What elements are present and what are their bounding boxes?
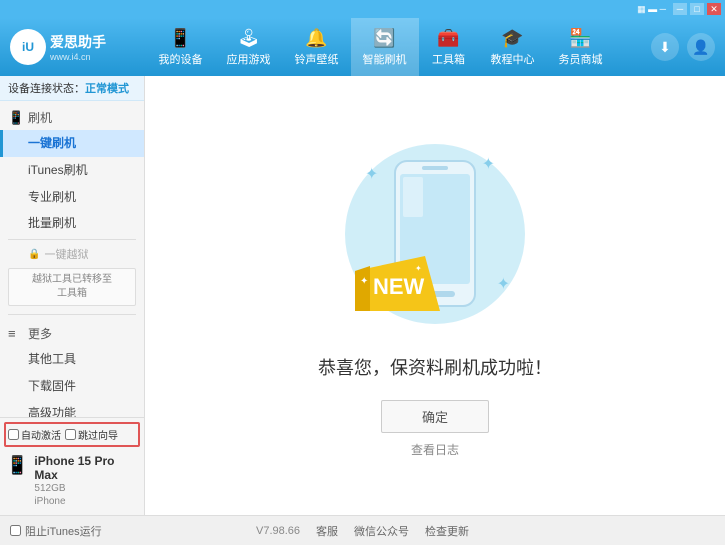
auto-options-box: 自动激活 跳过向导 (4, 422, 140, 447)
sidebar-divider-2 (8, 314, 136, 315)
sidebar-top: 设备连接状态：正常模式 📱 刷机 一键刷机 iTunes刷机 专业刷机 批量刷机 (0, 76, 144, 417)
footer-link-wechat[interactable]: 微信公众号 (354, 523, 409, 539)
sparkle-3: ✦ (497, 274, 510, 294)
logo: iU 爱思助手 www.i4.cn (10, 29, 110, 65)
tools-icon: 🧰 (437, 28, 459, 49)
device-phone-icon: 📱 (6, 455, 28, 476)
disabled-box: 越狱工具已转移至 工具箱 (8, 268, 136, 306)
tutorials-icon: 🎓 (501, 28, 523, 49)
main-layout: 设备连接状态：正常模式 📱 刷机 一键刷机 iTunes刷机 专业刷机 批量刷机 (0, 76, 725, 515)
device-item: 📱 iPhone 15 Pro Max 512GB iPhone (4, 451, 140, 511)
sparkle-2: ✦ (482, 154, 495, 174)
minimize-btn[interactable]: ─ (673, 3, 687, 15)
tab-apps-games[interactable]: 🕹 应用游戏 (215, 18, 283, 76)
close-btn[interactable]: ✕ (707, 3, 721, 15)
svg-text:✦: ✦ (360, 276, 368, 287)
logo-icon: iU (10, 29, 46, 65)
user-btn[interactable]: 👤 (687, 33, 715, 61)
sidebar: 设备连接状态：正常模式 📱 刷机 一键刷机 iTunes刷机 专业刷机 批量刷机 (0, 76, 145, 515)
svg-text:✦: ✦ (415, 264, 422, 273)
sidebar-item-other-tools[interactable]: 其他工具 (0, 346, 144, 373)
success-text: 恭喜您，保资料刷机成功啦！ (318, 354, 552, 380)
sidebar-item-pro-flash[interactable]: 专业刷机 (0, 184, 144, 211)
sidebar-divider (8, 239, 136, 240)
apps-icon: 🕹 (237, 28, 260, 49)
device-info: iPhone 15 Pro Max 512GB iPhone (34, 454, 138, 508)
auto-activate-label[interactable]: 自动激活 (8, 427, 61, 442)
footer-link-update[interactable]: 检查更新 (425, 523, 469, 539)
sidebar-item-itunes-flash[interactable]: iTunes刷机 (0, 157, 144, 184)
download-btn[interactable]: ⬇ (651, 33, 679, 61)
sidebar-item-download-firmware[interactable]: 下载固件 (0, 373, 144, 400)
header-actions: ⬇ 👤 (651, 33, 715, 61)
my-device-icon: 📱 (169, 28, 191, 49)
nav-tabs: 📱 我的设备 🕹 应用游戏 🔔 铃声壁纸 🔄 智能刷机 🧰 工具箱 🎓 教程中心… (110, 18, 651, 76)
wifi-icon: ▦ ▬ ─ (637, 4, 666, 15)
content-area: ✦ ✦ ✦ (145, 76, 725, 515)
logo-text: 爱思助手 www.i4.cn (50, 32, 106, 62)
success-illustration: ✦ ✦ ✦ (335, 134, 535, 334)
flash-section-icon: 📱 (8, 110, 24, 126)
confirm-button[interactable]: 确定 (381, 400, 489, 433)
footer-left: 阻止iTunes运行 (10, 523, 256, 539)
smart-flash-icon: 🔄 (373, 28, 395, 49)
log-link[interactable]: 查看日志 (411, 441, 459, 458)
tab-tutorials[interactable]: 🎓 教程中心 (479, 18, 547, 76)
status-bar: 设备连接状态：正常模式 (0, 76, 144, 101)
tab-ringtones[interactable]: 🔔 铃声壁纸 (283, 18, 351, 76)
lock-icon: 🔒 (28, 249, 40, 260)
tab-store[interactable]: 🏪 务员商城 (547, 18, 615, 76)
sidebar-item-batch-flash[interactable]: 批量刷机 (0, 210, 144, 237)
auto-activate-checkbox[interactable] (8, 429, 19, 440)
sparkle-1: ✦ (365, 164, 378, 184)
sidebar-bottom: 自动激活 跳过向导 📱 iPhone 15 Pro Max 512GB iPho… (0, 417, 144, 515)
footer-center: V7.98.66 客服 微信公众号 检查更新 (256, 523, 469, 539)
section-header-flash[interactable]: 📱 刷机 (0, 105, 144, 130)
tab-my-device[interactable]: 📱 我的设备 (147, 18, 215, 76)
phone-container: ✦ ✦ ✦ (335, 134, 535, 334)
store-icon: 🏪 (569, 28, 591, 49)
window-controls: ▦ ▬ ─ ─ □ ✕ (637, 3, 721, 15)
tab-smart-flash[interactable]: 🔄 智能刷机 (351, 18, 419, 76)
footer-link-customer[interactable]: 客服 (316, 523, 338, 539)
sidebar-item-advanced[interactable]: 高级功能 (0, 400, 144, 417)
sidebar-section-flash: 📱 刷机 一键刷机 iTunes刷机 专业刷机 批量刷机 🔒 (0, 101, 144, 312)
sidebar-section-more: ≡ 更多 其他工具 下载固件 高级功能 (0, 317, 144, 417)
ringtones-icon: 🔔 (305, 28, 327, 49)
new-badge: NEW ✦ ✦ (355, 256, 440, 314)
tab-tools[interactable]: 🧰 工具箱 (419, 18, 479, 76)
header: iU 爱思助手 www.i4.cn 📱 我的设备 🕹 应用游戏 🔔 铃声壁纸 🔄… (0, 18, 725, 76)
guide-import-label[interactable]: 跳过向导 (65, 427, 118, 442)
sidebar-item-one-key-flash[interactable]: 一键刷机 (0, 130, 144, 157)
more-section-icon: ≡ (8, 326, 24, 342)
footer: 阻止iTunes运行 V7.98.66 客服 微信公众号 检查更新 (0, 515, 725, 545)
section-header-more[interactable]: ≡ 更多 (0, 321, 144, 346)
sidebar-item-jailbreak: 🔒 一键越狱 (0, 242, 144, 266)
maximize-btn[interactable]: □ (690, 3, 704, 15)
svg-text:NEW: NEW (373, 274, 425, 299)
guide-import-checkbox[interactable] (65, 429, 76, 440)
